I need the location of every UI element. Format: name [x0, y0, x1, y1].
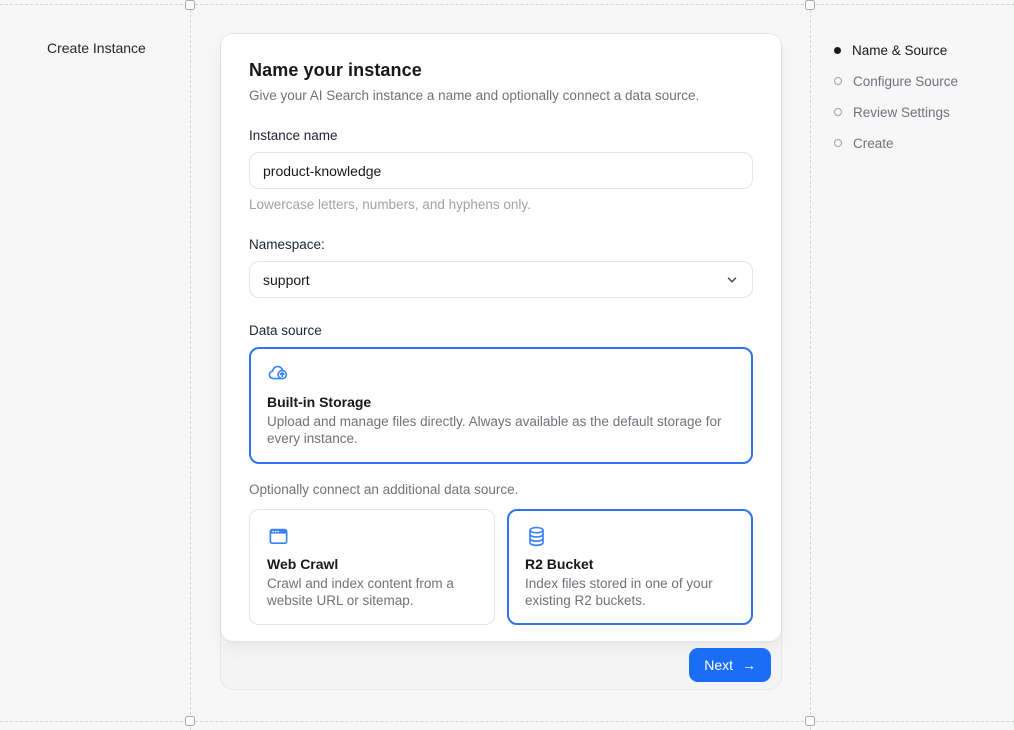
instance-name-label: Instance name	[249, 128, 753, 143]
canvas-handle-top-right[interactable]	[805, 0, 815, 10]
step-bullet-hollow	[834, 77, 842, 85]
optional-source-note: Optionally connect an additional data so…	[249, 482, 753, 497]
page-title: Create Instance	[47, 40, 146, 56]
step-item-configure-source[interactable]: Configure Source	[834, 72, 958, 90]
guide-line-right	[810, 0, 811, 730]
instance-name-helper: Lowercase letters, numbers, and hyphens …	[249, 197, 753, 212]
arrow-right-icon: →	[742, 658, 756, 672]
data-source-option-r2-bucket[interactable]: R2 Bucket Index files stored in one of y…	[507, 509, 753, 626]
next-button-label: Next	[704, 657, 733, 673]
instance-name-input[interactable]	[249, 152, 753, 189]
chevron-down-icon	[724, 272, 740, 288]
data-source-option-web-crawl[interactable]: Web Crawl Crawl and index content from a…	[249, 509, 495, 626]
browser-window-icon	[267, 525, 477, 548]
wizard-footer: Next →	[221, 641, 781, 689]
step-heading: Name your instance	[249, 60, 753, 81]
cloud-upload-icon	[267, 363, 735, 386]
canvas-handle-bottom-left[interactable]	[185, 716, 195, 726]
namespace-selected-value: support	[263, 272, 310, 288]
namespace-label: Namespace:	[249, 237, 753, 252]
builtin-storage-description: Upload and manage files directly. Always…	[267, 413, 735, 448]
namespace-select[interactable]: support	[249, 261, 753, 298]
next-button[interactable]: Next →	[689, 648, 771, 682]
data-source-option-builtin-storage[interactable]: Built-in Storage Upload and manage files…	[249, 347, 753, 464]
wizard-steps-nav: Name & Source Configure Source Review Se…	[834, 41, 958, 152]
guide-line-top	[0, 4, 1014, 5]
builtin-storage-title: Built-in Storage	[267, 394, 735, 410]
wizard-step-panel: Name your instance Give your AI Search i…	[221, 34, 781, 641]
web-crawl-description: Crawl and index content from a website U…	[267, 575, 477, 610]
step-item-review-settings[interactable]: Review Settings	[834, 103, 958, 121]
step-bullet-hollow	[834, 108, 842, 116]
additional-source-options: Web Crawl Crawl and index content from a…	[249, 509, 753, 626]
create-instance-wizard: Name your instance Give your AI Search i…	[220, 33, 782, 690]
step-bullet-filled	[834, 47, 841, 54]
step-item-name-and-source[interactable]: Name & Source	[834, 41, 958, 59]
data-source-label: Data source	[249, 323, 753, 338]
canvas-handle-top-left[interactable]	[185, 0, 195, 10]
guide-line-bottom	[0, 721, 1014, 722]
step-subheading: Give your AI Search instance a name and …	[249, 88, 753, 103]
r2-bucket-description: Index files stored in one of your existi…	[525, 575, 735, 610]
step-item-create[interactable]: Create	[834, 134, 958, 152]
r2-bucket-title: R2 Bucket	[525, 556, 735, 572]
database-icon	[525, 525, 735, 548]
web-crawl-title: Web Crawl	[267, 556, 477, 572]
step-bullet-hollow	[834, 139, 842, 147]
guide-line-left	[190, 0, 191, 730]
canvas-handle-bottom-right[interactable]	[805, 716, 815, 726]
